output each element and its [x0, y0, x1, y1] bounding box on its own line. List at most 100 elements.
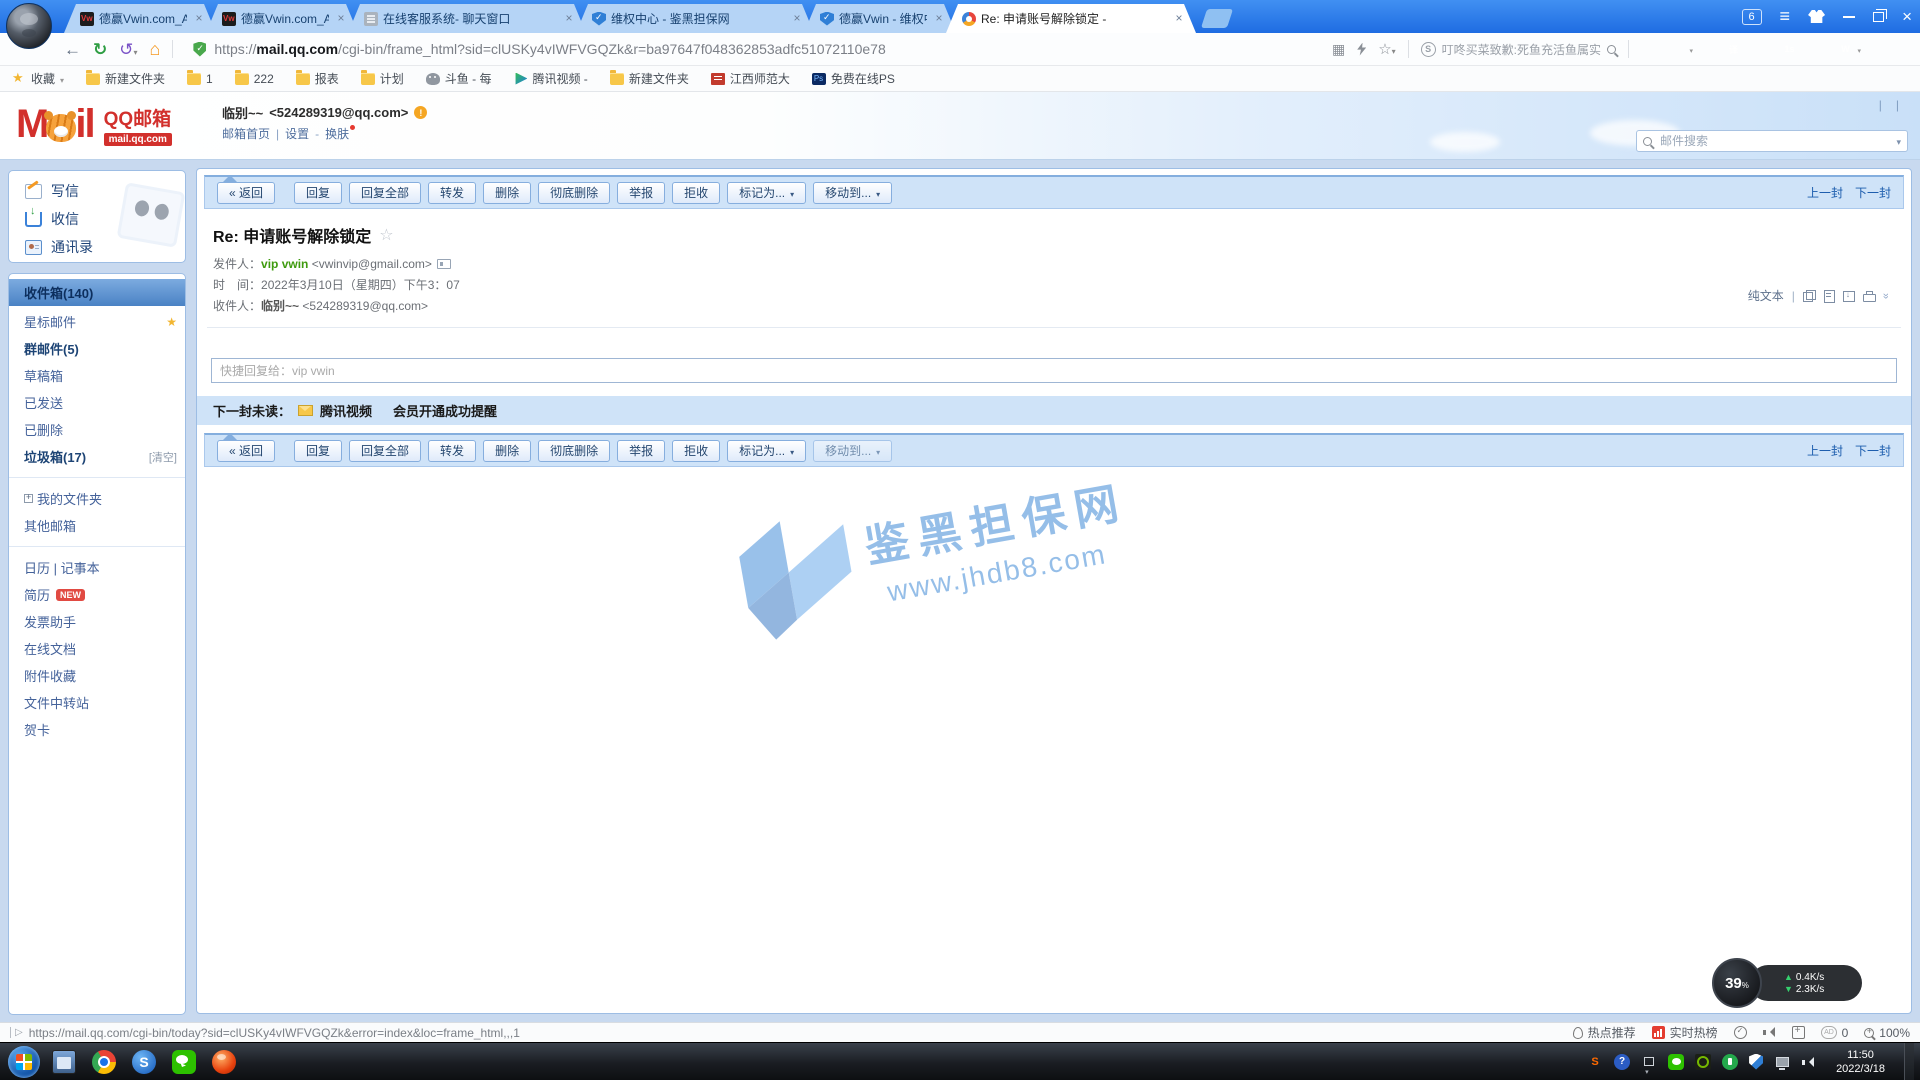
mail-action-button[interactable]: 标记为...	[727, 440, 806, 462]
home-icon[interactable]: ⌂	[150, 40, 161, 58]
mail-action-button[interactable]: 删除	[483, 182, 531, 204]
user-avatar[interactable]	[6, 3, 52, 49]
extension-icon[interactable]: 译	[1725, 41, 1742, 58]
chrome-icon[interactable]	[92, 1050, 116, 1074]
sender-name[interactable]: vip vwin	[261, 257, 308, 271]
quick-reply-input[interactable]	[211, 358, 1897, 383]
mail-search-box[interactable]	[1636, 130, 1908, 152]
next-mail-link[interactable]: 下一封	[1855, 442, 1891, 459]
search-suggestion-text[interactable]: 叮咚买菜致歉:死鱼充活鱼属实	[1442, 41, 1601, 58]
extension-icon[interactable]: W	[1837, 41, 1854, 58]
account-nav-link[interactable]: 邮箱首页|	[222, 125, 285, 142]
browser-tab[interactable]: 维权中心 - 鉴黑担保网	[576, 4, 814, 33]
status-item[interactable]	[1792, 1026, 1805, 1039]
bookmark-item[interactable]: 1	[187, 72, 213, 86]
extension-icon[interactable]: 1s	[1781, 41, 1798, 58]
bookmark-item[interactable]: 收藏	[12, 70, 64, 87]
menu-icon[interactable]	[1780, 6, 1791, 27]
sidebar-folder[interactable]: 星标邮件	[9, 308, 185, 335]
sidebar-folder[interactable]: 草稿箱	[9, 362, 185, 389]
mail-action-button[interactable]: 回复	[294, 440, 342, 462]
bookmark-item[interactable]: 免费在线PS	[812, 70, 895, 87]
sidebar-app[interactable]: 日历 | 记事本	[9, 554, 185, 581]
security-shield-icon[interactable]	[193, 42, 206, 57]
tab-close-icon[interactable]	[1172, 12, 1186, 26]
mail-action-button[interactable]: 回复	[294, 182, 342, 204]
sogou-browser-icon[interactable]	[132, 1050, 156, 1074]
sidebar-app[interactable]: 文件中转站	[9, 689, 185, 716]
sidebar-folder[interactable]: 我的文件夹	[9, 485, 185, 512]
mail-action-button[interactable]: 转发	[428, 182, 476, 204]
status-item[interactable]: 实时热榜	[1652, 1024, 1718, 1041]
next-unread-subject[interactable]: 会员开通成功提醒	[393, 401, 497, 420]
sidebar-folder[interactable]: 已删除	[9, 416, 185, 443]
close-icon[interactable]	[1902, 7, 1912, 27]
tab-close-icon[interactable]	[932, 12, 946, 26]
security-manager-icon[interactable]	[1749, 1054, 1763, 1070]
tab-close-icon[interactable]	[334, 12, 348, 26]
print-icon[interactable]	[1863, 290, 1875, 302]
orange-app-icon[interactable]	[212, 1050, 236, 1074]
bookmark-star-icon[interactable]: ☆▾	[1378, 40, 1395, 58]
browser-tab[interactable]: Re: 申请账号解除锁定 -	[946, 4, 1196, 33]
status-item[interactable]: 0	[1821, 1026, 1849, 1040]
maximize-icon[interactable]	[1873, 12, 1884, 22]
mail-action-button[interactable]: 彻底删除	[538, 440, 610, 462]
taskbar-clock[interactable]: 11:50 2022/3/18	[1836, 1048, 1885, 1076]
show-desktop-button[interactable]	[1904, 1043, 1914, 1080]
sidebar-app[interactable]: 简历 NEW	[9, 581, 185, 608]
start-button[interactable]	[8, 1046, 40, 1078]
mail-action-button[interactable]: 删除	[483, 440, 531, 462]
bookmark-item[interactable]: 江西师范大	[711, 70, 790, 87]
sidebar-app[interactable]: 在线文档	[9, 635, 185, 662]
bookmark-item[interactable]: 计划	[361, 70, 404, 87]
header-link[interactable]	[1889, 98, 1906, 112]
green-audio-icon[interactable]	[1722, 1054, 1738, 1070]
explorer-icon[interactable]	[52, 1050, 76, 1074]
account-nav-link[interactable]: 设置-	[285, 125, 325, 142]
tab-close-icon[interactable]	[562, 12, 576, 26]
url-text[interactable]: https://mail.qq.com/cgi-bin/frame_html?s…	[214, 41, 885, 57]
sidebar-folder[interactable]: 其他邮箱	[9, 512, 185, 539]
tray-expand-icon[interactable]	[1641, 1054, 1657, 1070]
volume-icon[interactable]	[1801, 1054, 1817, 1070]
mail-action-button[interactable]: 移动到...	[813, 182, 892, 204]
sidebar-app[interactable]: 贺卡	[9, 716, 185, 743]
note-icon[interactable]	[1823, 290, 1835, 302]
status-item[interactable]	[1734, 1026, 1747, 1039]
sidebar-folder[interactable]: 收件箱(140)	[9, 279, 185, 306]
browser-tab[interactable]: 德赢Vwin - 维权中心 -	[804, 4, 956, 33]
browser-tab[interactable]: 德赢Vwin.com_AC米兰	[64, 4, 216, 33]
bookmark-item[interactable]: 新建文件夹	[610, 70, 689, 87]
search-suggestion-box[interactable]: S 叮咚买菜致歉:死鱼充活鱼属实	[1421, 41, 1616, 58]
next-mail-link[interactable]: 下一封	[1855, 184, 1891, 201]
restore-icon[interactable]: ↺▾	[119, 41, 137, 58]
mail-action-button[interactable]: 回复全部	[349, 182, 421, 204]
mail-action-button[interactable]: 移动到...	[813, 440, 892, 462]
bookmark-item[interactable]: 报表	[296, 70, 339, 87]
extension-icon[interactable]	[1753, 41, 1770, 58]
tab-close-icon[interactable]	[790, 12, 804, 26]
sidebar-folder[interactable]: 垃圾箱(17) [清空]	[9, 443, 185, 470]
sogou-input-icon[interactable]	[1587, 1054, 1603, 1070]
extension-icon[interactable]	[1865, 41, 1882, 58]
prev-mail-link[interactable]: 上一封	[1807, 442, 1843, 459]
back-button[interactable]: « 返回	[217, 440, 275, 462]
copy-icon[interactable]	[1803, 290, 1815, 302]
status-item[interactable]: 热点推荐	[1573, 1024, 1636, 1041]
sidebar-action[interactable]: 收信	[9, 205, 185, 233]
header-link[interactable]	[1872, 98, 1889, 112]
search-icon[interactable]	[1607, 45, 1616, 54]
bookmark-item[interactable]: 新建文件夹	[86, 70, 165, 87]
empty-trash-link[interactable]: [清空]	[149, 449, 177, 465]
browser-tab[interactable]: 德赢Vwin.com_AC米兰	[206, 4, 358, 33]
qqmail-logo[interactable]: Mil QQ邮箱 mail.qq.com	[16, 102, 172, 147]
nvidia-icon[interactable]	[1695, 1054, 1711, 1070]
collapse-icon[interactable]	[1880, 292, 1892, 298]
new-tab-button[interactable]	[1201, 9, 1233, 28]
lightning-icon[interactable]	[1357, 43, 1366, 56]
browser-tab[interactable]: 在线客服系统- 聊天窗口	[348, 4, 586, 33]
mail-action-button[interactable]: 标记为...	[727, 182, 806, 204]
status-item[interactable]: 100%	[1864, 1026, 1910, 1040]
mail-action-button[interactable]: 彻底删除	[538, 182, 610, 204]
